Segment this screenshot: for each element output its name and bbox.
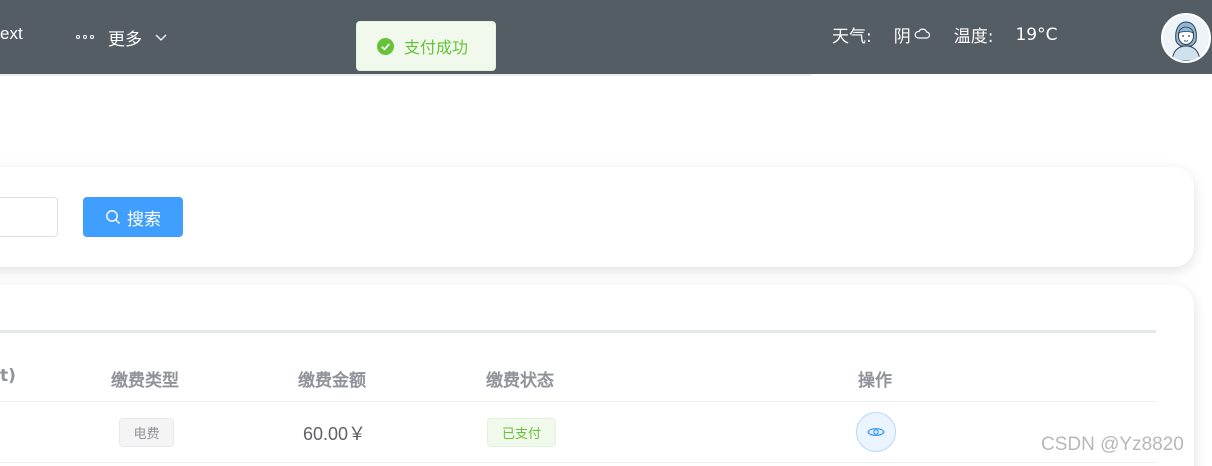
payment-type-tag: 电费: [119, 418, 174, 447]
table-row-divider: [0, 462, 1156, 463]
temperature-label: 温度:: [953, 27, 994, 47]
search-button-label: 搜索: [127, 209, 161, 229]
weather-value: 阴: [893, 27, 911, 47]
search-icon: [106, 210, 120, 224]
payment-amount: 60.00￥: [303, 424, 367, 444]
user-avatar[interactable]: [1161, 13, 1211, 63]
table-header-payment-status: 缴费状态: [486, 371, 554, 391]
top-navbar: ext 更多 天气: 阴 温度: 19°C: [0, 0, 1212, 74]
table-card: [0, 285, 1194, 466]
table-header-payment-type: 缴费类型: [111, 371, 179, 391]
eye-icon: [867, 427, 885, 437]
watermark: CSDN @Yz8820: [1041, 434, 1184, 455]
nav-menu-item-partial[interactable]: ext: [0, 24, 23, 44]
weather-label: 天气:: [832, 27, 872, 47]
more-menu[interactable]: 更多: [76, 24, 168, 50]
toast-message: 支付成功: [404, 38, 469, 57]
table-header-partial: t): [0, 366, 16, 386]
cloud-icon: [914, 28, 930, 39]
search-input[interactable]: [0, 197, 58, 237]
more-menu-label: 更多: [108, 29, 142, 50]
chevron-down-icon: [155, 34, 167, 41]
payment-status-tag: 已支付: [487, 418, 556, 447]
view-detail-button[interactable]: [856, 412, 896, 452]
table-header-payment-amount: 缴费金额: [298, 371, 366, 391]
search-button[interactable]: 搜索: [83, 197, 183, 237]
success-toast: 支付成功: [356, 21, 496, 71]
more-dots-icon: [76, 32, 98, 42]
table-header-divider: [0, 401, 1156, 402]
weather-widget: 天气: 阴 温度: 19°C: [832, 22, 1058, 48]
temperature-value: 19°C: [1015, 24, 1058, 45]
table-header-actions: 操作: [858, 371, 892, 391]
tabs-divider: [0, 330, 1156, 333]
check-circle-icon: [377, 37, 394, 55]
header-bottom-shade: [0, 74, 812, 76]
avatar-portrait-icon: [1163, 15, 1209, 61]
